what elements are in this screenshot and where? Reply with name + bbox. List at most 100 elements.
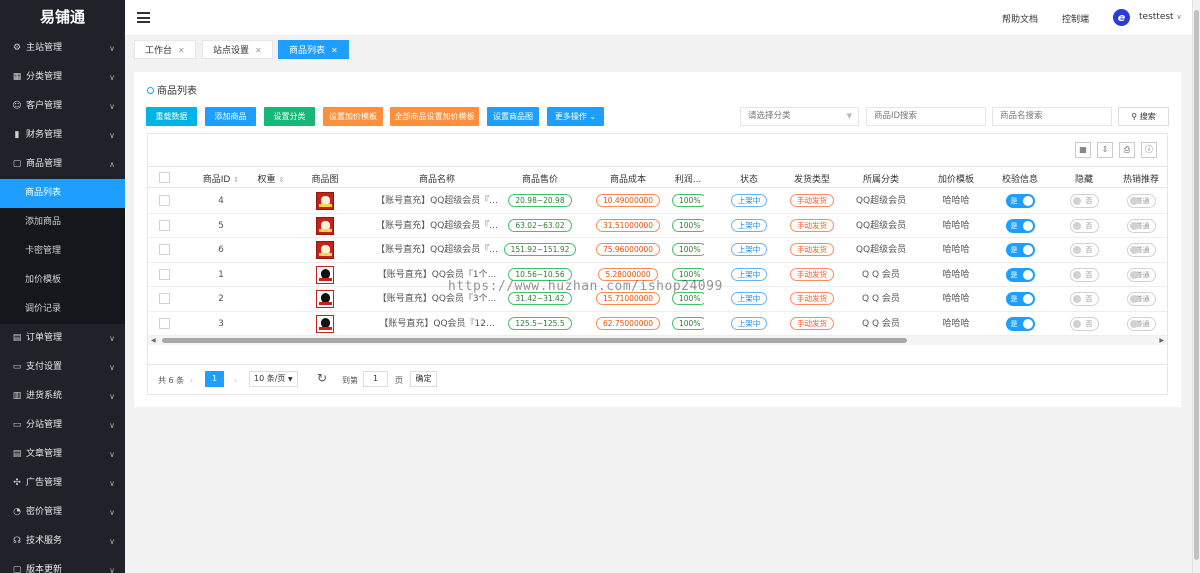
- sort-icon[interactable]: ⇕: [279, 176, 285, 184]
- sidebar-item[interactable]: ✣ 广告管理 ∨: [0, 469, 125, 498]
- sidebar-item[interactable]: ▥ 进货系统 ∨: [0, 382, 125, 411]
- verify-toggle[interactable]: 是: [1005, 316, 1035, 331]
- close-icon[interactable]: ✕: [178, 46, 185, 55]
- row-checkbox[interactable]: [159, 268, 170, 280]
- column-header: 热销推荐: [1115, 172, 1167, 185]
- sidebar-subitem[interactable]: 添加商品: [0, 208, 125, 237]
- print-icon[interactable]: ⎙: [1119, 142, 1135, 158]
- category-select[interactable]: 请选择分类 ▼: [740, 107, 859, 126]
- row-checkbox[interactable]: [159, 195, 170, 206]
- page-1-button[interactable]: 1: [205, 371, 224, 387]
- page-size-select[interactable]: 10 条/页 ▼: [249, 371, 298, 387]
- set-markup-template-button[interactable]: 设置加价模板: [323, 107, 383, 126]
- product-id-search-input[interactable]: 商品ID搜索: [866, 107, 986, 126]
- menu-toggle-icon[interactable]: [137, 12, 150, 23]
- sidebar-item[interactable]: ▮ 财务管理 ∨: [0, 121, 125, 150]
- verify-toggle[interactable]: 是: [1005, 194, 1035, 208]
- row-checkbox[interactable]: [159, 219, 170, 231]
- sidebar-item[interactable]: ▭ 支付设置 ∨: [0, 353, 125, 382]
- horizontal-scrollbar[interactable]: ◀ ▶: [148, 336, 1167, 345]
- avatar[interactable]: e: [1113, 9, 1130, 26]
- sidebar-subitem[interactable]: 商品列表: [0, 179, 125, 208]
- hot-toggle[interactable]: 普通: [1126, 243, 1156, 257]
- table-row: 4 【账号直充】QQ超级会员『... 20.98~20.98 10.49000000 1…: [148, 189, 1167, 214]
- columns-icon[interactable]: ▦: [1075, 142, 1091, 158]
- next-page-icon[interactable]: ›: [234, 374, 237, 388]
- status-badge: 上架中: [730, 292, 768, 305]
- ship-cell: 手动发货: [780, 267, 844, 282]
- hidden-toggle[interactable]: 否: [1069, 218, 1099, 233]
- tab-product-list[interactable]: 商品列表 ✕: [278, 40, 349, 59]
- sort-icon[interactable]: ⇕: [233, 176, 239, 184]
- row-checkbox[interactable]: [159, 244, 170, 255]
- column-header[interactable]: 权重 ⇕: [254, 172, 288, 185]
- row-checkbox[interactable]: [159, 317, 170, 329]
- add-product-button[interactable]: 添加商品: [205, 107, 256, 126]
- hidden-cell: 否: [1060, 316, 1108, 331]
- row-checkbox[interactable]: [159, 293, 170, 304]
- category: QQ超级会员: [855, 245, 907, 255]
- hidden-toggle[interactable]: 否: [1069, 267, 1099, 282]
- sidebar-subitem[interactable]: 调价记录: [0, 295, 125, 324]
- sidebar-item[interactable]: ▭ 分站管理 ∨: [0, 411, 125, 440]
- sidebar-item[interactable]: ▤ 文章管理 ∨: [0, 440, 125, 469]
- scroll-right-icon[interactable]: ▶: [1159, 336, 1164, 345]
- hidden-toggle[interactable]: 否: [1069, 194, 1099, 208]
- hidden-toggle[interactable]: 否: [1069, 243, 1099, 257]
- set-category-button[interactable]: 设置分类: [264, 107, 315, 126]
- sidebar-subitem[interactable]: 卡密管理: [0, 237, 125, 266]
- verify-toggle[interactable]: 是: [1005, 243, 1035, 257]
- sidebar-item[interactable]: ☺ 客户管理 ∨: [0, 92, 125, 121]
- set-product-image-button[interactable]: 设置商品图: [487, 107, 539, 126]
- refresh-icon[interactable]: ↻: [317, 371, 327, 385]
- verify-toggle[interactable]: 是: [1005, 218, 1035, 233]
- hot-toggle[interactable]: 普通: [1126, 267, 1156, 282]
- verify-toggle[interactable]: 是: [1005, 267, 1035, 282]
- user-menu[interactable]: testtest ∨: [1139, 12, 1182, 22]
- info-icon[interactable]: ⓘ: [1141, 142, 1157, 158]
- column-header[interactable]: 商品ID ⇕: [196, 172, 246, 185]
- hot-cell: 普通: [1115, 316, 1167, 331]
- verify-cell: 是: [994, 194, 1046, 208]
- close-icon[interactable]: ✕: [331, 46, 338, 55]
- cost-cell: 31.51000000: [588, 218, 668, 233]
- sidebar-item[interactable]: ▦ 分类管理 ∨: [0, 63, 125, 92]
- export-icon[interactable]: ⇩: [1097, 142, 1113, 158]
- verify-toggle[interactable]: 是: [1005, 292, 1035, 306]
- console-link[interactable]: 控制端: [1062, 12, 1089, 25]
- sidebar-item[interactable]: ▢ 版本更新 ∨: [0, 556, 125, 573]
- prev-page-icon[interactable]: ‹: [190, 374, 193, 388]
- help-docs-link[interactable]: 帮助文档: [1002, 12, 1038, 25]
- sidebar-subitem[interactable]: 加价模板: [0, 266, 125, 295]
- scrollbar-thumb[interactable]: [162, 338, 907, 343]
- status-cell: 上架中: [720, 194, 778, 208]
- hot-toggle[interactable]: 普通: [1126, 292, 1156, 306]
- tab-label: 站点设置: [213, 46, 250, 56]
- tab-workbench[interactable]: 工作台 ✕: [134, 40, 196, 59]
- hot-toggle[interactable]: 普通: [1126, 316, 1156, 331]
- hot-toggle[interactable]: 普通: [1126, 218, 1156, 233]
- sidebar-item[interactable]: ▤ 订单管理 ∨: [0, 324, 125, 353]
- close-icon[interactable]: ✕: [255, 46, 262, 55]
- sidebar-item[interactable]: ◔ 密价管理 ∨: [0, 498, 125, 527]
- reload-button[interactable]: 重载数据: [146, 107, 197, 126]
- image-face: [321, 220, 330, 229]
- tab-site-settings[interactable]: 站点设置 ✕: [202, 40, 273, 59]
- product-name-search-input[interactable]: 商品名搜索: [992, 107, 1112, 126]
- user-icon: ☺: [12, 101, 22, 111]
- select-all-checkbox[interactable]: [159, 172, 170, 183]
- set-all-markup-template-button[interactable]: 全部商品设置加价模板: [390, 107, 479, 126]
- search-button[interactable]: ⚲ 搜索: [1118, 107, 1169, 126]
- hidden-toggle[interactable]: 否: [1069, 292, 1099, 306]
- hot-toggle[interactable]: 普通: [1126, 194, 1156, 208]
- goto-confirm-button[interactable]: 确定: [410, 371, 437, 387]
- sidebar-item[interactable]: ☊ 技术服务 ∨: [0, 527, 125, 556]
- scroll-left-icon[interactable]: ◀: [151, 336, 156, 345]
- hidden-toggle[interactable]: 否: [1069, 316, 1099, 331]
- page-scrollbar[interactable]: [1192, 0, 1200, 573]
- page-scrollbar-thumb[interactable]: [1194, 10, 1199, 560]
- sidebar-item[interactable]: ▢ 商品管理 ∧: [0, 150, 125, 179]
- more-actions-button[interactable]: 更多操作 ⌄: [547, 107, 604, 126]
- sidebar-item[interactable]: ⚙ 主站管理 ∨: [0, 34, 125, 63]
- goto-page-input[interactable]: 1: [363, 371, 388, 387]
